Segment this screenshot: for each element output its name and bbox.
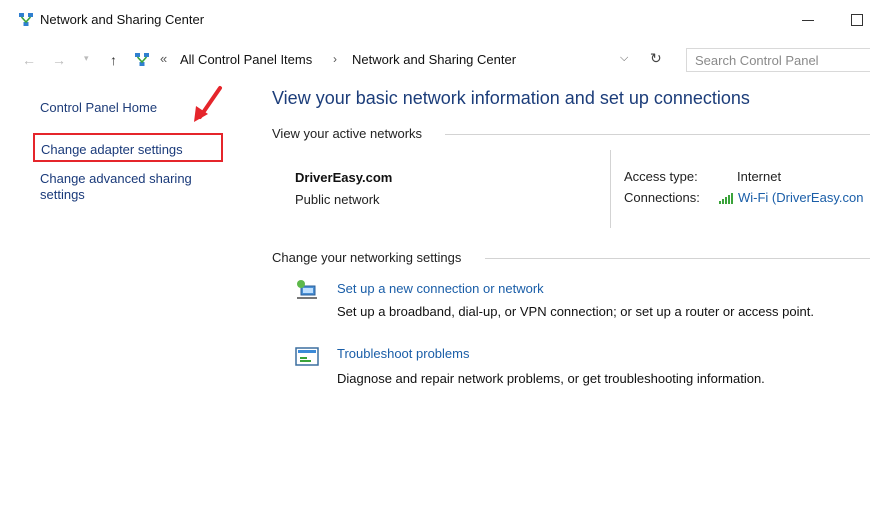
wifi-connection-link[interactable]: Wi-Fi (DriverEasy.con [738, 190, 863, 205]
maximize-button[interactable] [843, 6, 870, 34]
search-placeholder: Search Control Panel [695, 53, 819, 68]
navigation-bar: ← → ▾ ↑ « All Control Panel Items › Netw… [0, 40, 870, 82]
network-type: Public network [295, 192, 380, 207]
sidebar: Control Panel Home Change adapter settin… [0, 82, 255, 507]
back-arrow-icon[interactable]: ← [22, 51, 36, 69]
change-adapter-settings-link[interactable]: Change adapter settings [33, 133, 223, 162]
forward-arrow-icon[interactable]: → [52, 51, 66, 69]
window-title: Network and Sharing Center [40, 12, 205, 27]
breadcrumb-network-and-sharing-center[interactable]: Network and Sharing Center [352, 52, 516, 67]
troubleshoot-icon [295, 347, 319, 366]
troubleshoot-problems-link[interactable]: Troubleshoot problems [337, 346, 469, 361]
access-type-label: Access type: [624, 169, 698, 184]
setup-connection-link[interactable]: Set up a new connection or network [337, 281, 544, 296]
page-title: View your basic network information and … [272, 88, 750, 108]
breadcrumb-all-control-panel-items[interactable]: All Control Panel Items [180, 52, 312, 67]
section-divider [445, 134, 870, 135]
troubleshoot-description: Diagnose and repair network problems, or… [337, 371, 765, 386]
chevron-right-icon[interactable]: › [333, 52, 337, 66]
up-arrow-icon[interactable]: ↑ [110, 51, 117, 69]
network-center-icon [19, 13, 33, 26]
change-settings-header: Change your networking settings [272, 250, 462, 265]
control-panel-home-link[interactable]: Control Panel Home [40, 100, 157, 116]
refresh-icon[interactable]: ↻ [650, 50, 662, 67]
section-divider [485, 258, 870, 259]
overflow-chevron[interactable]: « [160, 51, 167, 66]
chevron-down-icon[interactable]: ⌵ [620, 52, 628, 65]
main-content: View your basic network information and … [255, 82, 870, 507]
sidebar-item-label: Change adapter settings [41, 142, 183, 157]
access-type-value: Internet [737, 169, 782, 184]
setup-connection-description: Set up a broadband, dial-up, or VPN conn… [337, 304, 814, 319]
connections-label: Connections: [624, 190, 700, 205]
control-panel-icon [135, 53, 149, 66]
minimize-button[interactable] [795, 6, 825, 34]
address-bar[interactable]: « All Control Panel Items › Network and … [130, 48, 678, 72]
change-advanced-sharing-settings-link[interactable]: Change advanced sharing settings [40, 171, 240, 203]
active-networks-header: View your active networks [272, 126, 423, 141]
search-input[interactable]: Search Control Panel [686, 48, 870, 72]
network-setup-icon [297, 280, 317, 299]
annotation-arrow-icon [194, 86, 222, 122]
wifi-signal-icon [719, 193, 733, 204]
network-name: DriverEasy.com [295, 170, 393, 185]
title-bar: Network and Sharing Center [0, 0, 870, 40]
recent-locations-dropdown-icon[interactable]: ▾ [84, 49, 89, 67]
vertical-divider [610, 150, 611, 228]
